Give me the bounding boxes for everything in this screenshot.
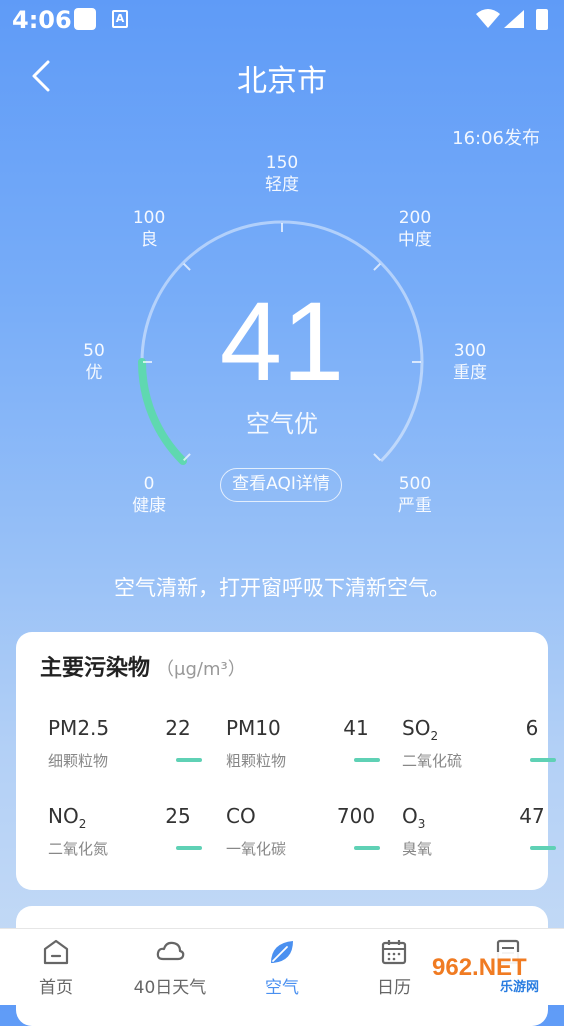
pollutant-chinese-name: 粗颗粒物 xyxy=(226,752,287,770)
pollutant-value: 700 xyxy=(336,804,376,828)
gauge-scale-label: 0 健康 xyxy=(119,473,179,517)
scale-level: 严重 xyxy=(397,495,432,516)
pollutant-chinese-name: 二氧化氮 xyxy=(48,840,109,858)
gauge-progress xyxy=(138,358,187,465)
gauge-scale-label: 50 优 xyxy=(64,340,124,384)
home-icon xyxy=(43,939,69,965)
calendar-icon xyxy=(381,940,407,965)
pollutant-symbol: CO xyxy=(226,804,256,828)
scale-level: 健康 xyxy=(132,495,167,516)
pollutant-level-bar xyxy=(530,758,556,762)
pollutants-card: 主要污染物 （μg/m³） PM2.5 22 细颗粒物 PM10 41 粗颗粒物 SO2 6 二氧… xyxy=(16,632,556,890)
scale-value: 100 xyxy=(132,208,166,229)
pollutant-value: 41 xyxy=(343,716,369,740)
scale-value: 50 xyxy=(83,341,105,361)
scale-level: 良 xyxy=(140,230,158,251)
aqi-detail-button[interactable]: 查看AQI详情 xyxy=(220,468,342,502)
scale-level: 轻度 xyxy=(265,175,299,195)
pollutant-level-bar xyxy=(176,846,202,850)
pollutant-symbol: PM10 xyxy=(226,716,281,740)
aqi-level: 空气优 xyxy=(246,410,318,438)
pollutant-level-bar xyxy=(354,846,380,850)
aqi-value: 41 xyxy=(219,279,345,404)
scale-level: 重度 xyxy=(453,363,487,383)
air-advice: 空气清新，打开窗呼吸下清新空气。 xyxy=(114,576,450,600)
pollutant-item: NO2 25 二氧化氮 xyxy=(48,804,208,868)
pollutant-item: PM2.5 22 细颗粒物 xyxy=(48,716,208,780)
scale-value: 300 xyxy=(453,341,487,361)
scale-level: 优 xyxy=(85,363,103,383)
pollutant-name: O3 xyxy=(402,804,425,831)
pollutant-subscript: 3 xyxy=(417,817,426,831)
scale-value: 0 xyxy=(143,473,155,494)
pollutant-item: SO2 6 二氧化硫 xyxy=(402,716,562,780)
pollutant-name: CO xyxy=(226,804,256,828)
scale-value: 150 xyxy=(265,153,299,173)
pollutant-name: PM10 xyxy=(226,716,281,740)
pollutant-level-bar xyxy=(530,846,556,850)
pollutant-symbol: O xyxy=(402,804,418,828)
cloud-icon xyxy=(156,941,185,961)
pollutant-symbol: PM2.5 xyxy=(48,716,110,740)
scale-value: 200 xyxy=(398,208,432,229)
gauge-tick xyxy=(373,453,381,461)
gauge-scale-label: 500 严重 xyxy=(385,473,445,517)
gauge-scale-label: 200 中度 xyxy=(385,207,445,251)
tab-home[interactable]: 首页 xyxy=(14,929,98,1005)
pollutant-chinese-name: 细颗粒物 xyxy=(48,752,109,770)
pollutant-item: CO 700 一氧化碳 xyxy=(226,804,386,868)
gauge-tick xyxy=(373,263,381,271)
card-title-text: 主要污染物 xyxy=(40,656,151,681)
tab-label: 空气 xyxy=(265,978,299,998)
pollutant-item: O3 47 臭氧 xyxy=(402,804,562,868)
card-title: 主要污染物 （μg/m³） xyxy=(40,650,246,682)
tab-label: 日历 xyxy=(377,978,411,998)
pollutant-symbol: SO xyxy=(402,716,431,740)
pollutant-item: PM10 41 粗颗粒物 xyxy=(226,716,386,780)
pollutant-chinese-name: 臭氧 xyxy=(402,840,433,858)
pollutant-name: PM2.5 xyxy=(48,716,109,740)
card-unit: （μg/m³） xyxy=(156,659,246,680)
pollutant-level-bar xyxy=(354,758,380,762)
scale-level: 中度 xyxy=(397,230,432,251)
tab-calendar[interactable]: 日历 xyxy=(352,929,436,1005)
pollutant-subscript: 2 xyxy=(430,729,439,743)
pollutant-value: 22 xyxy=(165,716,191,740)
tab-40day[interactable]: 40日天气 xyxy=(120,929,220,1005)
scale-value: 500 xyxy=(398,473,432,494)
pollutant-chinese-name: 一氧化碳 xyxy=(226,840,287,858)
pollutant-value: 25 xyxy=(165,804,191,828)
pollutant-value: 6 xyxy=(525,716,539,740)
gauge-tick xyxy=(183,263,191,271)
gauge-scale-label: 150 轻度 xyxy=(252,152,312,196)
gauge-scale-label: 300 重度 xyxy=(440,340,500,384)
pollutant-subscript: 2 xyxy=(78,817,87,831)
pollutant-level-bar xyxy=(176,758,202,762)
gauge-scale-label: 100 良 xyxy=(119,207,179,251)
watermark-logo: 962.NET 乐游网 xyxy=(428,952,564,996)
pollutant-name: NO2 xyxy=(48,804,86,831)
tab-label: 首页 xyxy=(39,978,73,998)
pollutant-symbol: NO xyxy=(48,804,79,828)
pollutant-name: SO2 xyxy=(402,716,438,743)
leaf-icon xyxy=(271,941,293,963)
tab-label: 40日天气 xyxy=(133,978,207,998)
pollutant-value: 47 xyxy=(519,804,545,828)
watermark-sub: 乐游网 xyxy=(500,980,540,995)
tab-air[interactable]: 空气 xyxy=(240,929,324,1005)
pollutant-chinese-name: 二氧化硫 xyxy=(402,752,463,770)
